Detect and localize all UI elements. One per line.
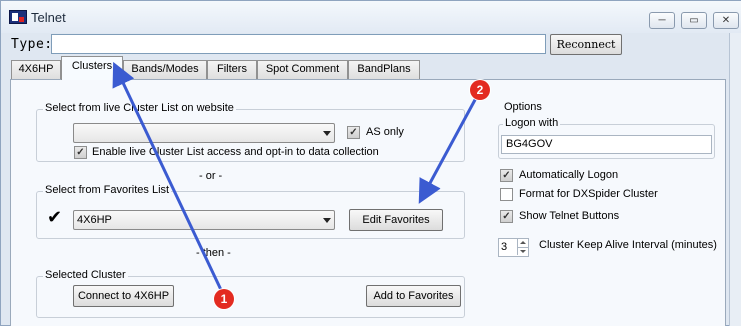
type-input[interactable]	[51, 34, 546, 54]
enable-live-list-label: Enable live Cluster List access and opt-…	[92, 146, 379, 158]
annotation-badge-2: 2	[470, 80, 490, 100]
add-to-favorites-button[interactable]: Add to Favorites	[366, 285, 461, 307]
connect-button[interactable]: Connect to 4X6HP	[73, 285, 174, 307]
keep-alive-label: Cluster Keep Alive Interval (minutes)	[539, 239, 717, 251]
annotation-badge-1: 1	[214, 289, 234, 309]
favorites-combo[interactable]: 4X6HP	[73, 210, 335, 230]
live-cluster-group-label: Select from live Cluster List on website	[43, 102, 236, 114]
minimize-button[interactable]: ─	[649, 12, 675, 29]
keep-alive-stepper[interactable]: 3	[498, 238, 529, 257]
app-logo-icon	[9, 10, 27, 24]
stepper-down-icon[interactable]	[517, 247, 528, 255]
favorites-group-label: Select from Favorites List	[43, 184, 172, 196]
stepper-up-icon[interactable]	[517, 239, 528, 247]
dxspider-format-label: Format for DXSpider Cluster	[519, 188, 658, 200]
dxspider-format-checkbox[interactable]	[500, 188, 513, 201]
telnet-window: Telnet ─ ▭ ✕ Type: Reconnect 4X6HP Clust…	[0, 0, 741, 326]
or-separator: - or -	[199, 170, 223, 182]
reconnect-button[interactable]: Reconnect	[550, 34, 622, 55]
chevron-down-icon	[323, 218, 331, 223]
tab-filters[interactable]: Filters	[207, 60, 257, 79]
check-mark-icon: ✔	[47, 207, 63, 227]
tab-4x6hp[interactable]: 4X6HP	[11, 60, 61, 79]
logon-group-label: Logon with	[503, 117, 561, 129]
show-telnet-buttons-checkbox[interactable]: ✓	[500, 210, 513, 223]
auto-logon-checkbox[interactable]: ✓	[500, 169, 513, 182]
side-scroll-strip	[729, 33, 741, 326]
tab-spot-comment[interactable]: Spot Comment	[257, 60, 348, 79]
tab-bandplans[interactable]: BandPlans	[348, 60, 420, 79]
type-row: Type: Reconnect	[1, 33, 741, 57]
close-button[interactable]: ✕	[713, 12, 739, 29]
auto-logon-label: Automatically Logon	[519, 169, 619, 181]
show-telnet-buttons-label: Show Telnet Buttons	[519, 210, 620, 222]
selected-cluster-group-label: Selected Cluster	[43, 269, 128, 281]
restore-button[interactable]: ▭	[681, 12, 707, 29]
tab-bands-modes[interactable]: Bands/Modes	[123, 60, 207, 79]
tab-clusters[interactable]: Clusters	[61, 56, 123, 80]
window-title: Telnet	[31, 10, 66, 25]
clusters-panel: Select from live Cluster List on website…	[10, 79, 726, 326]
title-bar: Telnet ─ ▭ ✕	[1, 1, 741, 33]
as-only-checkbox[interactable]: ✓	[347, 126, 360, 139]
logon-callsign-field[interactable]: BG4GOV	[501, 135, 712, 154]
as-only-label: AS only	[366, 126, 404, 138]
chevron-down-icon	[323, 131, 331, 136]
edit-favorites-button[interactable]: Edit Favorites	[349, 209, 443, 231]
enable-live-list-checkbox[interactable]: ✓	[74, 146, 87, 159]
then-separator: - then -	[196, 247, 231, 259]
live-cluster-combo[interactable]	[73, 123, 335, 143]
options-title: Options	[504, 101, 542, 113]
type-label: Type:	[11, 37, 53, 52]
